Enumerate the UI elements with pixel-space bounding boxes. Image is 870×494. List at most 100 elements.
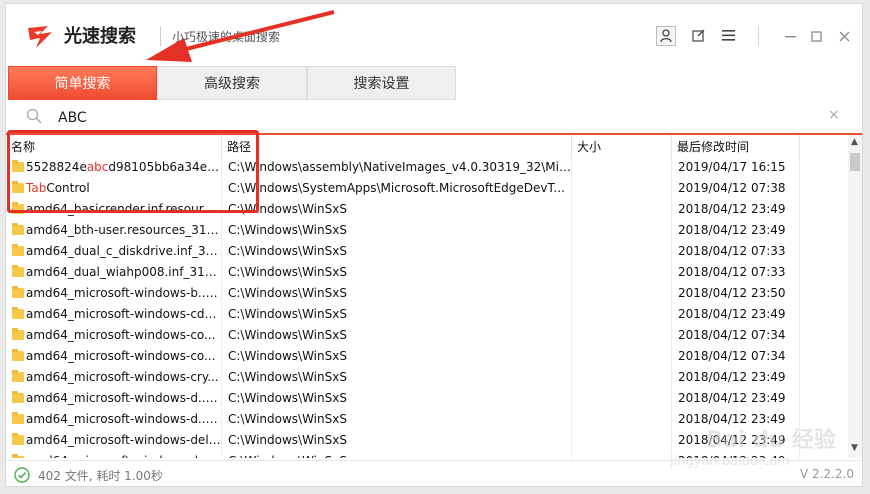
scroll-up-icon[interactable]: ▲ (851, 137, 858, 147)
cell-path: C:\Windows\WinSxS (222, 409, 572, 430)
table-row[interactable]: amd64_microsoft-windows-b...e... C:\Windo… (6, 283, 848, 304)
check-circle-icon (14, 467, 30, 483)
cell-path: C:\Windows\WinSxS (222, 325, 572, 346)
table-row[interactable]: amd64_dual_wiahp008.inf_31bf... C:\Window… (6, 262, 848, 283)
name-text: amd64_microsoft-windows-co... (26, 328, 216, 342)
cell-modified: 2018/04/12 23:49 (672, 409, 800, 430)
cell-name: amd64_microsoft-windows-deli... (6, 430, 222, 451)
minimize-button[interactable] (780, 26, 800, 46)
name-text: amd64_microsoft-windows-d...ct... (26, 412, 222, 426)
table-row[interactable]: amd64_microsoft-windows-cdp... C:\Windows… (6, 304, 848, 325)
title-bar: 光速搜索 小巧极速的桌面搜索 (6, 4, 862, 66)
cell-size (572, 241, 672, 262)
close-icon (839, 31, 849, 42)
table-row[interactable]: amd64_bth-user.resources_31b... C:\Window… (6, 220, 848, 241)
cell-name: amd64_dual_c_diskdrive.inf_31b... (6, 241, 222, 262)
tab-search-settings[interactable]: 搜索设置 (307, 66, 456, 100)
folder-icon (12, 370, 24, 382)
tab-simple-search[interactable]: 简单搜索 (8, 66, 157, 100)
name-text: amd64_microsoft-windows-co... (26, 349, 216, 363)
minimize-icon (784, 36, 796, 38)
cell-modified: 2018/04/12 07:33 (672, 241, 800, 262)
table-row[interactable]: amd64_microsoft-windows-d...a... C:\Windo… (6, 388, 848, 409)
cell-path: C:\Windows\WinSxS (222, 283, 572, 304)
cell-modified: 2018/04/12 23:49 (672, 367, 800, 388)
cell-name: amd64_microsoft-windows-b...e... (6, 283, 222, 304)
user-icon (660, 29, 672, 43)
cell-name: amd64_dual_wiahp008.inf_31bf... (6, 262, 222, 283)
column-header-modified[interactable]: 最后修改时间 (672, 135, 800, 157)
close-button[interactable] (834, 26, 854, 46)
edit-button[interactable] (688, 26, 708, 46)
scroll-down-icon[interactable]: ▼ (851, 443, 858, 453)
cell-path: C:\Windows\WinSxS (222, 367, 572, 388)
cell-path: C:\Windows\WinSxS (222, 451, 572, 458)
cell-path: C:\Windows\assembly\NativeImages_v4.0.30… (222, 157, 572, 178)
folder-icon (12, 391, 24, 403)
folder-icon (12, 244, 24, 256)
cell-size (572, 388, 672, 409)
cell-size (572, 325, 672, 346)
cell-modified: 2018/04/12 23:49 (672, 304, 800, 325)
cell-path: C:\Windows\WinSxS (222, 241, 572, 262)
name-text: amd64_dual_c_diskdrive.inf_31b... (26, 244, 222, 258)
status-bar: 402 文件, 耗时 1.00秒 V 2.2.2.0 (6, 460, 862, 486)
cell-name: amd64_microsoft-windows-cdp... (6, 304, 222, 325)
user-button[interactable] (656, 26, 676, 46)
vertical-scrollbar[interactable]: ▲ ▼ (848, 135, 862, 458)
search-input[interactable] (56, 107, 760, 129)
controls-divider (758, 26, 759, 46)
cell-modified: 2018/04/12 07:33 (672, 262, 800, 283)
maximize-icon (810, 31, 822, 42)
column-header-size[interactable]: 大小 (572, 135, 672, 157)
cell-name: amd64_microsoft-windows-de... (6, 451, 222, 458)
cell-modified: 2018/04/12 07:34 (672, 346, 800, 367)
table-row[interactable]: amd64_microsoft-windows-cry... C:\Windows… (6, 367, 848, 388)
cell-size (572, 367, 672, 388)
cell-size (572, 199, 672, 220)
name-text: amd64_microsoft-windows-d...a... (26, 391, 222, 405)
table-row[interactable]: amd64_microsoft-windows-deli... C:\Window… (6, 430, 848, 451)
table-row[interactable]: amd64_microsoft-windows-co... C:\Windows\… (6, 346, 848, 367)
app-tagline: 小巧极速的桌面搜索 (172, 30, 281, 44)
version-label: V 2.2.2.0 (800, 467, 855, 481)
cell-modified: 2018/04/12 23:50 (672, 283, 800, 304)
table-row[interactable]: amd64_dual_c_diskdrive.inf_31b... C:\Wind… (6, 241, 848, 262)
scrollbar-thumb[interactable] (850, 153, 860, 171)
status-text: 402 文件, 耗时 1.00秒 (38, 469, 163, 483)
cell-modified: 2018/04/12 23:49 (672, 451, 800, 458)
title-divider (160, 26, 161, 46)
clear-search-icon[interactable]: × (828, 107, 840, 123)
cell-path: C:\Windows\SystemApps\Microsoft.Microsof… (222, 178, 572, 199)
folder-icon (12, 433, 24, 445)
cell-size (572, 220, 672, 241)
folder-icon (12, 328, 24, 340)
cell-path: C:\Windows\WinSxS (222, 262, 572, 283)
cell-size (572, 178, 672, 199)
edit-icon (691, 29, 704, 42)
tab-advanced-search[interactable]: 高级搜索 (157, 66, 307, 100)
folder-icon (12, 349, 24, 361)
cell-name: amd64_microsoft-windows-co... (6, 325, 222, 346)
cell-size (572, 283, 672, 304)
table-row[interactable]: amd64_microsoft-windows-co... C:\Windows\… (6, 325, 848, 346)
name-text: amd64_microsoft-windows-de... (26, 454, 217, 458)
name-text: amd64_microsoft-windows-deli... (26, 433, 222, 447)
column-header-path[interactable]: 路径 (222, 135, 572, 157)
name-text: amd64_dual_wiahp008.inf_31bf... (26, 265, 222, 279)
cell-path: C:\Windows\WinSxS (222, 430, 572, 451)
cell-modified: 2018/04/12 23:49 (672, 388, 800, 409)
table-row[interactable]: amd64_microsoft-windows-de... C:\Windows\… (6, 451, 848, 458)
search-icon (26, 108, 42, 124)
cell-modified: 2018/04/12 07:34 (672, 325, 800, 346)
name-text: amd64_microsoft-windows-b...e... (26, 286, 222, 300)
maximize-button[interactable] (806, 26, 826, 46)
cell-size (572, 451, 672, 458)
cell-modified: 2019/04/12 07:38 (672, 178, 800, 199)
menu-button[interactable] (718, 26, 738, 46)
cell-name: amd64_bth-user.resources_31b... (6, 220, 222, 241)
cell-size (572, 430, 672, 451)
tab-bar: 简单搜索 高级搜索 搜索设置 (6, 66, 862, 100)
folder-icon (12, 412, 24, 424)
table-row[interactable]: amd64_microsoft-windows-d...ct... C:\Wind… (6, 409, 848, 430)
